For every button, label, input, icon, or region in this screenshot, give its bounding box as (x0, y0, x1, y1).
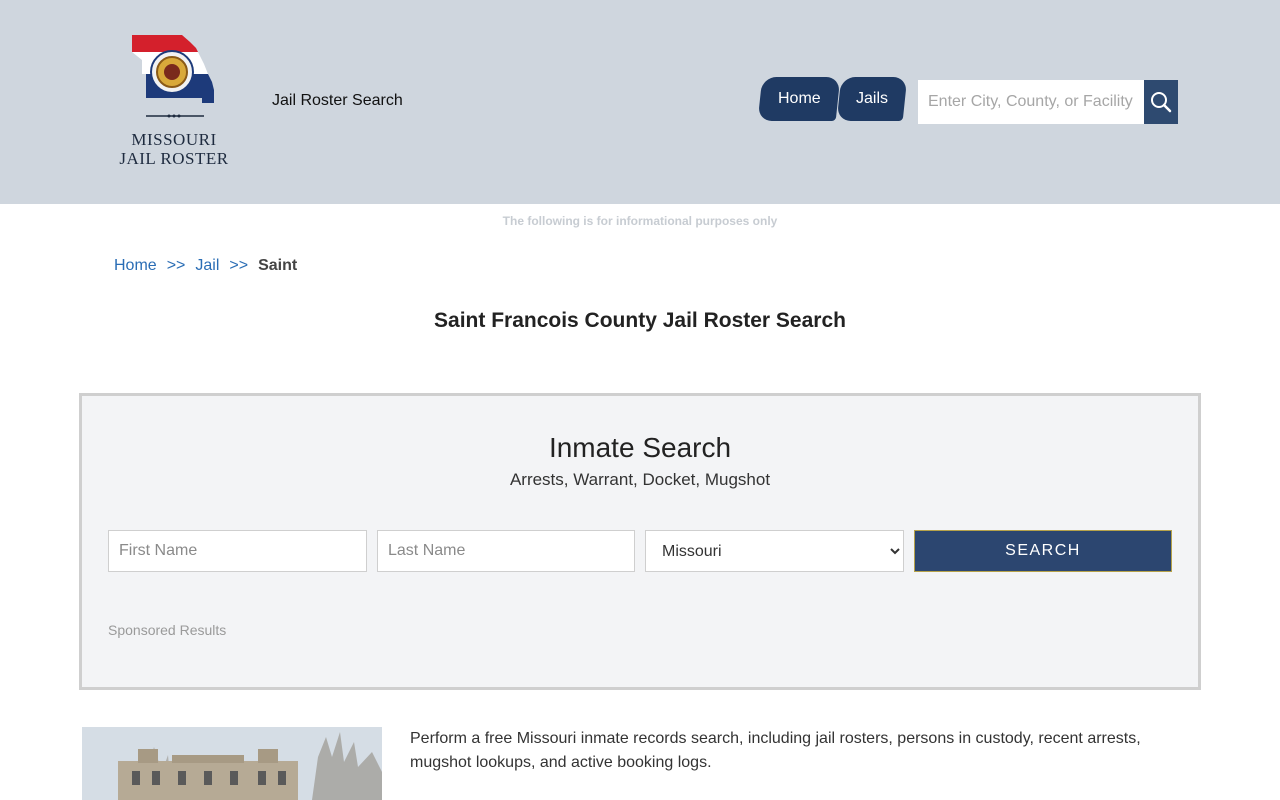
header-search-button[interactable] (1144, 80, 1178, 124)
site-title[interactable]: Jail Roster Search (272, 92, 403, 110)
courthouse-image-icon (82, 727, 382, 800)
sponsored-results-label: Sponsored Results (108, 622, 227, 638)
courthouse-photo (82, 727, 382, 800)
state-select[interactable]: Missouri (645, 530, 904, 572)
nav-home-button[interactable]: Home (757, 77, 841, 121)
inmate-search-button[interactable]: SEARCH (914, 530, 1172, 572)
breadcrumb-separator: >> (166, 257, 186, 274)
intro-paragraph: Perform a free Missouri inmate records s… (410, 730, 1141, 771)
missouri-state-logo-icon (132, 35, 214, 118)
breadcrumb: Home >> Jail >> Saint (114, 257, 297, 275)
breadcrumb-jail-link[interactable]: Jail (195, 257, 219, 274)
logo-line1: MISSOURI (131, 130, 217, 149)
breadcrumb-current: Saint (258, 257, 298, 274)
breadcrumb-separator: >> (229, 257, 249, 274)
last-name-input[interactable] (377, 530, 635, 572)
first-name-input[interactable] (108, 530, 367, 572)
disclaimer-text: The following is for informational purpo… (502, 214, 778, 228)
header-search-input[interactable] (918, 80, 1144, 124)
inmate-search-subtitle: Arrests, Warrant, Docket, Mugshot (509, 470, 771, 489)
nav-jails-button[interactable]: Jails (836, 77, 908, 121)
page-title: Saint Francois County Jail Roster Search (434, 309, 846, 332)
breadcrumb-home-link[interactable]: Home (114, 257, 157, 274)
logo-text: MISSOURI JAIL ROSTER (112, 130, 236, 168)
inmate-search-title: Inmate Search (548, 432, 732, 463)
site-logo[interactable]: MISSOURI JAIL ROSTER (112, 30, 236, 172)
site-header: MISSOURI JAIL ROSTER Jail Roster Search … (0, 0, 1280, 204)
inmate-search-panel: Inmate Search Arrests, Warrant, Docket, … (79, 393, 1201, 690)
nav-home-label: Home (777, 90, 821, 107)
search-icon (1151, 92, 1172, 113)
nav-jails-label: Jails (855, 90, 888, 107)
logo-line2: JAIL ROSTER (119, 149, 229, 168)
